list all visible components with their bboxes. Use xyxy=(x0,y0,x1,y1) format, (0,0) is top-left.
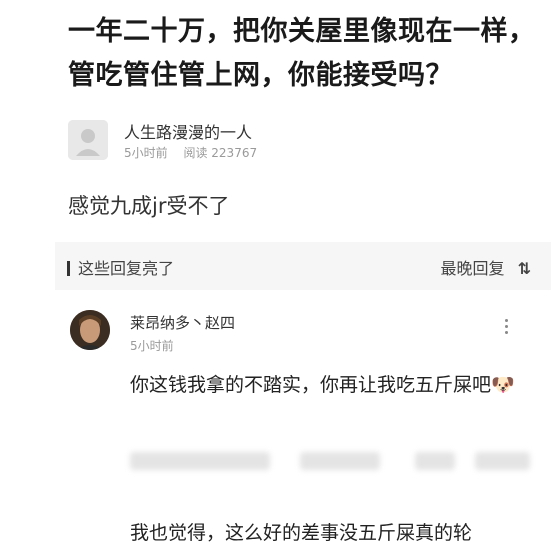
post-title: 一年二十万，把你关屋里像现在一样，管吃管住管上网，你能接受吗？ xyxy=(68,16,536,91)
comment-text: 你这钱我拿的不踏实，你再让我吃五斤屎吧🐶 xyxy=(130,374,515,396)
author-row: 人生路漫漫的一人 5小时前 阅读 223767 xyxy=(68,118,508,164)
more-options-icon[interactable] xyxy=(502,319,510,337)
comment-author[interactable]: 莱昂纳多丶赵四 xyxy=(130,312,235,333)
author-name[interactable]: 人生路漫漫的一人 xyxy=(124,119,252,143)
post-time: 5小时前 xyxy=(124,146,168,160)
sort-icon: ⇅ xyxy=(517,259,531,278)
view-count: 阅读 223767 xyxy=(183,146,258,160)
user-avatar[interactable] xyxy=(70,310,110,350)
hot-replies-label: 这些回复亮了 xyxy=(67,255,174,279)
next-comment-preview: 我也觉得，这么好的差事没五斤屎真的轮 xyxy=(130,522,473,544)
default-avatar-icon[interactable] xyxy=(68,120,108,160)
comment-item: 莱昂纳多丶赵四 5小时前 你这钱我拿的不踏实，你再让我吃五斤屎吧🐶 xyxy=(70,307,540,447)
hot-replies-header: 这些回复亮了 最晚回复 ⇅ xyxy=(55,242,551,290)
blurred-content xyxy=(130,448,530,474)
sort-button[interactable]: 最晚回复 ⇅ xyxy=(440,255,531,279)
comment-time: 5小时前 xyxy=(130,339,174,353)
post-body: 感觉九成jr受不了 xyxy=(68,194,230,218)
post-meta: 5小时前 阅读 223767 xyxy=(124,144,257,161)
sort-label: 最晚回复 xyxy=(440,259,505,278)
